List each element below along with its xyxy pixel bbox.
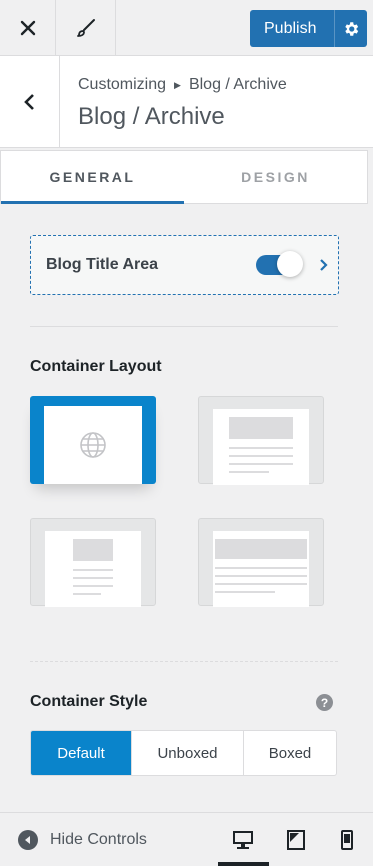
- paintbrush-icon: [76, 19, 95, 37]
- hide-controls-label: Hide Controls: [50, 831, 147, 848]
- chevron-right-icon: [320, 259, 328, 271]
- layout-option-narrow[interactable]: [30, 518, 156, 607]
- device-desktop-button[interactable]: [230, 827, 256, 853]
- back-button[interactable]: [0, 56, 60, 148]
- globe-icon: [80, 432, 106, 458]
- layout-option-wide[interactable]: [198, 518, 324, 607]
- publish-button-group: Publish: [250, 10, 367, 47]
- breadcrumb-arrow-icon: ▶: [174, 79, 181, 90]
- tab-bar: GENERAL DESIGN: [0, 150, 368, 204]
- container-layout-title: Container Layout: [30, 358, 162, 375]
- container-style-selector: Default Unboxed Boxed: [30, 730, 337, 776]
- layout-option-boxed[interactable]: [198, 396, 324, 485]
- device-mobile-button[interactable]: [334, 827, 360, 853]
- section-title: Blog / Archive: [78, 103, 225, 130]
- customizer-topbar: Publish: [0, 0, 373, 56]
- layout-preview: [44, 406, 142, 484]
- tab-general[interactable]: GENERAL: [1, 151, 184, 204]
- style-boxed-button[interactable]: Boxed: [244, 731, 336, 775]
- tab-design[interactable]: DESIGN: [184, 151, 367, 203]
- style-default-button[interactable]: Default: [31, 731, 132, 775]
- divider: [30, 661, 338, 662]
- desktop-icon: [233, 831, 253, 849]
- brush-button[interactable]: [56, 0, 116, 56]
- blog-title-area-control[interactable]: Blog Title Area: [30, 235, 339, 295]
- section-header: Customizing ▶ Blog / Archive Blog / Arch…: [0, 56, 373, 148]
- collapse-icon: [18, 830, 38, 850]
- toggle-knob: [277, 251, 303, 277]
- device-tablet-button[interactable]: [283, 827, 309, 853]
- divider: [30, 326, 338, 327]
- help-icon[interactable]: ?: [316, 694, 333, 711]
- publish-settings-button[interactable]: [335, 10, 367, 47]
- publish-button[interactable]: Publish: [250, 20, 334, 38]
- style-unboxed-button[interactable]: Unboxed: [132, 731, 244, 775]
- close-icon: [20, 20, 35, 36]
- gear-icon: [345, 21, 359, 36]
- container-style-title: Container Style: [30, 693, 148, 710]
- tablet-icon: [287, 830, 305, 850]
- blog-title-area-label: Blog Title Area: [46, 256, 159, 273]
- layout-preview: [45, 531, 141, 607]
- blog-title-area-toggle[interactable]: [256, 251, 303, 277]
- close-button[interactable]: [0, 0, 56, 56]
- breadcrumb-root: Customizing: [78, 76, 167, 93]
- layout-preview: [213, 409, 309, 485]
- hide-controls-button[interactable]: Hide Controls: [18, 830, 147, 850]
- breadcrumb: Customizing ▶ Blog / Archive: [78, 76, 287, 94]
- mobile-icon: [341, 830, 353, 850]
- customizer-footer: Hide Controls: [0, 812, 373, 866]
- layout-preview: [213, 531, 309, 607]
- active-device-indicator: [218, 862, 269, 866]
- breadcrumb-current: Blog / Archive: [188, 76, 287, 93]
- chevron-left-icon: [23, 94, 34, 110]
- blog-title-area-expand[interactable]: [310, 258, 338, 272]
- layout-option-full-width[interactable]: [30, 396, 156, 484]
